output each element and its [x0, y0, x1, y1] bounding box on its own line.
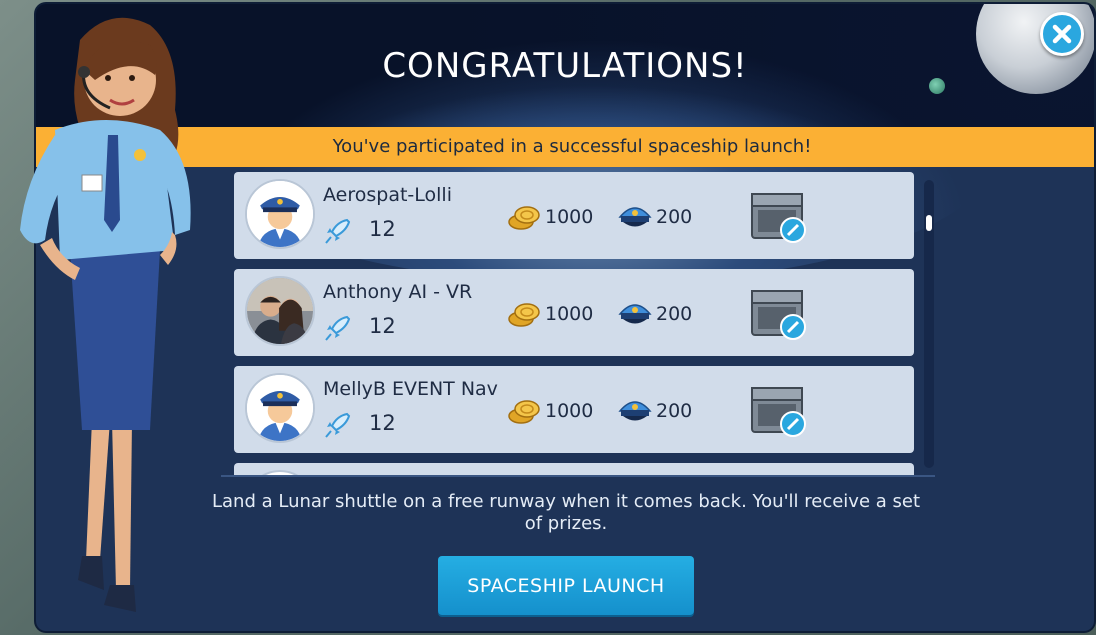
pilot-cap-icon	[618, 304, 652, 324]
scrollbar-thumb[interactable]	[926, 215, 932, 231]
participant-row: Anthony AI - VR 12 1000 200	[234, 269, 914, 356]
coins-icon	[508, 400, 540, 424]
coins-icon	[508, 303, 540, 327]
spaceship-launch-button[interactable]: SPACESHIP LAUNCH	[438, 556, 694, 615]
prize-chest-icon	[751, 387, 806, 437]
caps-reward: 200	[656, 400, 693, 422]
divider	[221, 475, 935, 477]
launch-count: 12	[369, 411, 396, 435]
photo-avatar	[245, 276, 315, 346]
pilot-cap-icon	[618, 207, 652, 227]
player-name: Aerospat-Lolli	[323, 184, 452, 206]
coins-reward: 1000	[545, 303, 594, 325]
launch-count: 12	[369, 314, 396, 338]
info-text: Land a Lunar shuttle on a free runway wh…	[211, 491, 920, 534]
coins-icon	[508, 206, 540, 230]
player-name: Anthony AI - VR	[323, 281, 473, 303]
rocket-icon	[325, 412, 351, 438]
close-icon	[1052, 24, 1072, 44]
hostess-character	[20, 17, 191, 612]
coins-reward: 1000	[545, 400, 594, 422]
pilot-avatar	[245, 179, 315, 249]
banner-text: You've participated in a successful spac…	[332, 136, 812, 157]
launch-count: 12	[369, 217, 396, 241]
player-name: MellyB EVENT Nav	[323, 378, 498, 400]
pilot-avatar	[245, 373, 315, 443]
participant-row	[234, 463, 914, 475]
rocket-icon	[325, 315, 351, 341]
participant-row: MellyB EVENT Nav 12 1000 200	[234, 366, 914, 453]
caps-reward: 200	[656, 303, 693, 325]
participants-list[interactable]: Aerospat-Lolli 12 1000 200 Anthony AI - …	[216, 169, 936, 475]
pilot-cap-icon	[618, 401, 652, 421]
close-button[interactable]	[1040, 12, 1084, 56]
caps-reward: 200	[656, 206, 693, 228]
coins-reward: 1000	[545, 206, 594, 228]
prize-chest-icon	[751, 290, 806, 340]
prize-chest-icon	[751, 193, 806, 243]
participant-row: Aerospat-Lolli 12 1000 200	[234, 172, 914, 259]
rocket-icon	[325, 218, 351, 244]
